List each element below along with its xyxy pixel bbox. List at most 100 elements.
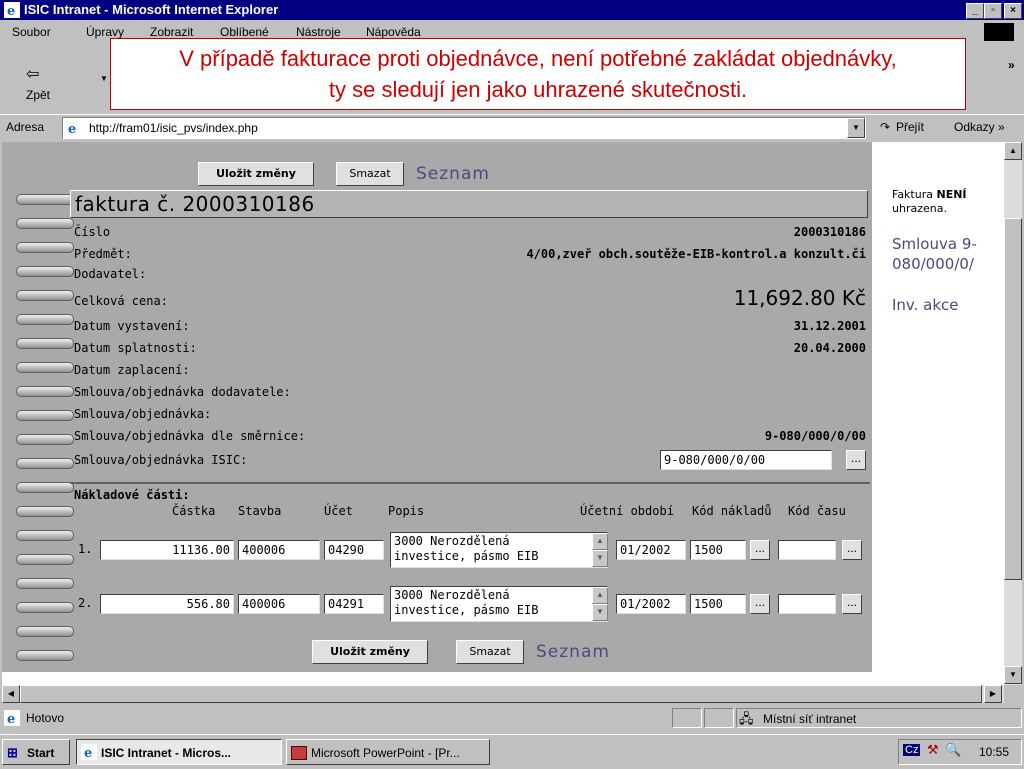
list-link-top[interactable]: Seznam: [416, 164, 490, 184]
field-row: Číslo 2000310186: [74, 222, 866, 242]
inv-action-link[interactable]: Inv. akce: [892, 296, 959, 314]
toolbar-more-icon[interactable]: »: [1008, 58, 1015, 72]
menu-oblibene[interactable]: Oblíbené: [220, 25, 269, 39]
scroll-up-icon[interactable]: ▲: [592, 587, 608, 604]
field-value: 9-080/000/0/00: [764, 429, 866, 443]
menu-soubor[interactable]: Soubor: [12, 25, 51, 39]
svg-text:e: e: [7, 712, 15, 726]
time-code-lookup-button[interactable]: ...: [842, 594, 862, 614]
cost-row-number: 1.: [78, 542, 93, 556]
go-button[interactable]: Přejít: [896, 120, 924, 134]
scroll-down-arrow-icon[interactable]: ▼: [1004, 666, 1022, 684]
description-scrollbar[interactable]: ▲ ▼: [592, 587, 608, 621]
delete-button-bottom[interactable]: Smazat: [456, 640, 524, 664]
field-row: Smlouva/objednávka:: [74, 404, 866, 424]
description-line: investice, pásmo EIB: [394, 549, 539, 563]
scroll-right-arrow-icon[interactable]: ▶: [984, 685, 1002, 703]
amount-input[interactable]: 11136.00: [100, 540, 234, 560]
description-line: 3000 Nerozdělená: [394, 588, 510, 602]
menu-zobrazit[interactable]: Zobrazit: [150, 25, 193, 39]
task-powerpoint-button[interactable]: Microsoft PowerPoint - [Pr...: [286, 739, 490, 765]
spiral-ring: [16, 386, 74, 397]
go-arrow-icon[interactable]: ↷: [880, 120, 890, 134]
svg-text:e: e: [84, 746, 92, 760]
scroll-down-icon[interactable]: ▼: [592, 604, 608, 621]
scroll-thumb[interactable]: [1004, 218, 1022, 580]
horizontal-scrollbar[interactable]: ◀ ▶: [2, 685, 1004, 703]
maximize-button[interactable]: ▫: [984, 3, 1002, 19]
field-row: Datum splatnosti: 20.04.2000: [74, 338, 866, 358]
field-row: Smlouva/objednávka dodavatele:: [74, 382, 866, 402]
annotation-line-2: ty se sledují jen jako uhrazené skutečno…: [328, 77, 748, 102]
save-button-bottom[interactable]: Uložit změny: [312, 640, 428, 664]
language-indicator[interactable]: Cz: [903, 744, 921, 756]
field-label: Předmět:: [74, 247, 132, 261]
back-dropdown-icon[interactable]: ▼: [100, 74, 108, 83]
field-label: Datum splatnosti:: [74, 341, 197, 355]
delete-button-top[interactable]: Smazat: [336, 162, 404, 186]
field-label: Smlouva/objednávka:: [74, 407, 212, 421]
col-account-header: Účet: [324, 504, 353, 518]
field-label: Dodavatel:: [74, 267, 147, 281]
description-scrollbar[interactable]: ▲ ▼: [592, 533, 608, 567]
save-button-top[interactable]: Uložit změny: [198, 162, 314, 186]
scroll-down-icon[interactable]: ▼: [592, 550, 608, 567]
address-input[interactable]: e http://fram01/isic_pvs/index.php ▼: [62, 117, 866, 139]
start-label: Start: [27, 746, 55, 760]
cost-code-input[interactable]: 1500: [690, 594, 746, 614]
menu-nastroje[interactable]: Nástroje: [296, 25, 341, 39]
period-input[interactable]: 01/2002: [616, 594, 686, 614]
spiral-ring: [16, 434, 74, 445]
description-textarea[interactable]: 3000 Nerozdělená investice, pásmo EIB: [390, 532, 608, 568]
window-title-bar[interactable]: e ISIC Intranet - Microsoft Internet Exp…: [0, 0, 1024, 20]
isic-contract-input[interactable]: 9-080/000/0/00: [660, 450, 832, 470]
building-input[interactable]: 400006: [238, 540, 320, 560]
cost-row-number: 2.: [78, 596, 93, 610]
time-code-lookup-button[interactable]: ...: [842, 540, 862, 560]
field-row: Dodavatel:: [74, 264, 866, 284]
invoice-title: faktura č. 2000310186: [75, 192, 315, 216]
payment-status: Faktura NENÍ uhrazena.: [892, 188, 1002, 216]
back-arrow-icon[interactable]: ⇦: [26, 64, 39, 84]
field-label: Smlouva/objednávka dodavatele:: [74, 385, 291, 399]
menu-upravy[interactable]: Úpravy: [86, 25, 124, 39]
status-bar: e Hotovo 🖧 Místní síť intranet: [0, 706, 1024, 730]
field-row: Smlouva/objednávka dle směrnice: 9-080/00…: [74, 426, 866, 446]
scroll-up-icon[interactable]: ▲: [592, 533, 608, 550]
field-label: Číslo: [74, 225, 111, 239]
scroll-left-arrow-icon[interactable]: ◀: [2, 685, 20, 703]
account-input[interactable]: 04291: [324, 594, 384, 614]
vertical-scrollbar[interactable]: ▲ ▼: [1004, 142, 1022, 685]
period-input[interactable]: 01/2002: [616, 540, 686, 560]
address-dropdown-icon[interactable]: ▼: [847, 118, 865, 138]
powerpoint-icon: [291, 746, 307, 760]
time-code-input[interactable]: [778, 594, 836, 614]
search-tray-icon[interactable]: 🔍: [945, 742, 961, 758]
spiral-ring: [16, 530, 74, 541]
isic-lookup-button[interactable]: ...: [846, 450, 866, 470]
list-link-bottom[interactable]: Seznam: [536, 642, 610, 662]
invoice-fields: Číslo 2000310186 Předmět: 4/00,zveř obch.s…: [70, 218, 870, 482]
back-button[interactable]: Zpět: [26, 88, 50, 102]
network-tray-icon[interactable]: ⚒: [927, 742, 939, 758]
cost-code-lookup-button[interactable]: ...: [750, 540, 770, 560]
description-line: investice, pásmo EIB: [394, 603, 539, 617]
zone-text: Místní síť intranet: [763, 712, 857, 726]
links-button[interactable]: Odkazy »: [954, 120, 1005, 134]
cost-code-input[interactable]: 1500: [690, 540, 746, 560]
start-button[interactable]: ⊞ Start: [2, 739, 70, 765]
time-code-input[interactable]: [778, 540, 836, 560]
building-input[interactable]: 400006: [238, 594, 320, 614]
contract-link[interactable]: Smlouva 9- 080/000/0/: [892, 234, 1004, 274]
task-ie-button[interactable]: e ISIC Intranet - Micros...: [76, 739, 282, 765]
cost-code-lookup-button[interactable]: ...: [750, 594, 770, 614]
minimize-button[interactable]: _: [966, 3, 984, 19]
description-textarea[interactable]: 3000 Nerozdělená investice, pásmo EIB: [390, 586, 608, 622]
scroll-up-arrow-icon[interactable]: ▲: [1004, 142, 1022, 160]
close-button[interactable]: ×: [1004, 3, 1022, 19]
account-input[interactable]: 04290: [324, 540, 384, 560]
menu-napoveda[interactable]: Nápověda: [366, 25, 421, 39]
scroll-thumb-horizontal[interactable]: [20, 685, 982, 703]
amount-input[interactable]: 556.80: [100, 594, 234, 614]
windows-logo-icon: [984, 23, 1014, 41]
